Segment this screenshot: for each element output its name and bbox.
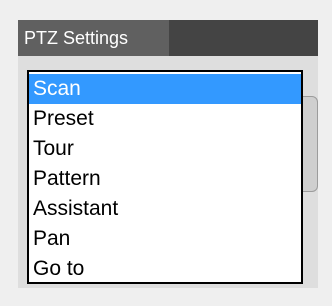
option-go-to[interactable]: Go to (29, 254, 301, 284)
option-tour[interactable]: Tour (29, 134, 301, 164)
option-scan[interactable]: Scan (29, 74, 301, 104)
option-preset[interactable]: Preset (29, 104, 301, 134)
ptz-mode-dropdown-list[interactable]: Scan Preset Tour Pattern Assistant Pan G… (27, 70, 303, 284)
option-assistant[interactable]: Assistant (29, 194, 301, 224)
panel-header: PTZ Settings (18, 20, 318, 56)
option-pattern[interactable]: Pattern (29, 164, 301, 194)
panel-title: PTZ Settings (18, 20, 169, 56)
ptz-settings-panel: PTZ Settings Scan Preset Tour Pattern As… (18, 20, 318, 288)
option-pan[interactable]: Pan (29, 224, 301, 254)
